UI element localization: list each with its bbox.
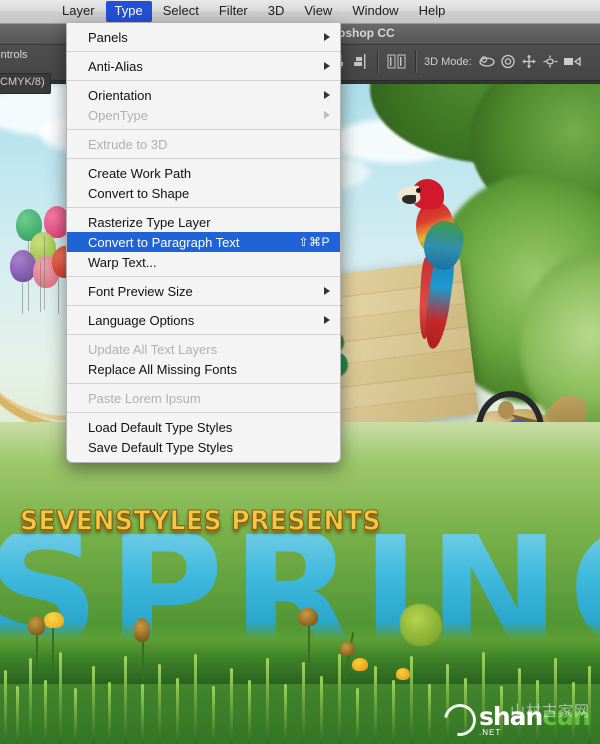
menubar-item-window[interactable]: Window: [343, 1, 407, 22]
menu-item-label: Orientation: [88, 87, 152, 103]
menubar-item-select[interactable]: Select: [154, 1, 208, 22]
menubar-item-3d[interactable]: 3D: [259, 1, 294, 22]
menu-item-replace-all-missing-fonts[interactable]: Replace All Missing Fonts: [67, 359, 340, 379]
scale-3d-object-icon[interactable]: [563, 54, 583, 69]
app-title: oshop CC: [338, 26, 395, 40]
menu-separator: [67, 305, 340, 306]
menu-item-label: Font Preview Size: [88, 283, 193, 299]
menu-item-convert-to-shape[interactable]: Convert to Shape: [67, 183, 340, 203]
menu-separator: [67, 80, 340, 81]
menu-item-label: Extrude to 3D: [88, 136, 168, 152]
menu-item-opentype: OpenType: [67, 105, 340, 125]
menu-bar[interactable]: Layer Type Select Filter 3D View Window …: [0, 0, 600, 24]
menu-item-shortcut: ⇧⌘P: [298, 235, 330, 249]
menu-item-label: Anti-Alias: [88, 58, 143, 74]
menu-item-label: Panels: [88, 29, 128, 45]
submenu-arrow-icon: [324, 33, 330, 41]
menu-item-orientation[interactable]: Orientation: [67, 85, 340, 105]
submenu-arrow-icon: [324, 287, 330, 295]
menu-item-anti-alias[interactable]: Anti-Alias: [67, 56, 340, 76]
menu-item-label: Rasterize Type Layer: [88, 214, 211, 230]
menu-separator: [67, 51, 340, 52]
menu-separator: [67, 412, 340, 413]
menubar-item-view[interactable]: View: [295, 1, 341, 22]
menu-item-convert-to-paragraph-text[interactable]: Convert to Paragraph Text ⇧⌘P: [67, 232, 340, 252]
menu-item-paste-lorem-ipsum: Paste Lorem Ipsum: [67, 388, 340, 408]
menu-separator: [67, 276, 340, 277]
menu-item-label: Convert to Paragraph Text: [88, 234, 240, 250]
menu-item-label: Load Default Type Styles: [88, 419, 233, 435]
toolbar-divider: [415, 50, 417, 73]
watermark-logo-icon: [437, 697, 483, 743]
menu-item-load-default-type-styles[interactable]: Load Default Type Styles: [67, 417, 340, 437]
toolbar-divider: [377, 50, 379, 73]
menubar-item-help[interactable]: Help: [410, 1, 455, 22]
roll-3d-object-icon[interactable]: [500, 54, 517, 69]
mode-label: 3D Mode:: [424, 55, 472, 68]
menu-item-update-all-text-layers: Update All Text Layers: [67, 339, 340, 359]
app-window: LY 3 SPRIN: [0, 0, 600, 744]
menu-separator: [67, 207, 340, 208]
distribute-horizontal-icon[interactable]: [386, 54, 408, 69]
menu-separator: [67, 334, 340, 335]
menu-item-create-work-path[interactable]: Create Work Path: [67, 163, 340, 183]
watermark-chinese-text: 山村古家网: [509, 702, 590, 720]
menu-item-label: Language Options: [88, 312, 195, 328]
submenu-arrow-icon: [324, 111, 330, 119]
submenu-arrow-icon: [324, 62, 330, 70]
menu-item-panels[interactable]: Panels: [67, 27, 340, 47]
menu-item-label: OpenType: [88, 107, 148, 123]
menu-item-label: Update All Text Layers: [88, 341, 218, 357]
menu-separator: [67, 383, 340, 384]
menubar-item-filter[interactable]: Filter: [210, 1, 257, 22]
menu-item-language-options[interactable]: Language Options: [67, 310, 340, 330]
menu-item-save-default-type-styles[interactable]: Save Default Type Styles: [67, 437, 340, 457]
tagline-text: SEVENSTYLES PRESENTS: [19, 504, 382, 537]
menubar-item-type[interactable]: Type: [105, 1, 152, 22]
menu-item-font-preview-size[interactable]: Font Preview Size: [67, 281, 340, 301]
rotate-3d-object-icon[interactable]: [479, 54, 496, 69]
menu-item-rasterize-type-layer[interactable]: Rasterize Type Layer: [67, 212, 340, 232]
menu-item-label: Convert to Shape: [88, 185, 190, 201]
slide-3d-object-icon[interactable]: [542, 54, 559, 69]
menu-item-warp-text[interactable]: Warp Text...: [67, 252, 340, 272]
align-right-icon[interactable]: [353, 54, 370, 69]
watermark: 山村古家网 shancun .NET: [437, 697, 594, 743]
menu-item-label: Save Default Type Styles: [88, 439, 234, 455]
menu-item-label: Paste Lorem Ipsum: [88, 390, 201, 406]
drag-3d-object-icon[interactable]: [521, 54, 538, 69]
menu-separator: [67, 129, 340, 130]
menu-item-label: Create Work Path: [88, 165, 192, 181]
parrot-illustration: [390, 179, 470, 351]
menu-item-label: Replace All Missing Fonts: [88, 361, 237, 377]
menu-item-extrude-to-3d: Extrude to 3D: [67, 134, 340, 154]
menu-separator: [67, 158, 340, 159]
submenu-arrow-icon: [324, 316, 330, 324]
menu-item-label: Warp Text...: [88, 254, 157, 270]
menubar-item-layer[interactable]: Layer: [53, 1, 104, 22]
type-dropdown-menu[interactable]: Panels Anti-Alias Orientation OpenType Extru…: [66, 23, 341, 463]
submenu-arrow-icon: [324, 91, 330, 99]
